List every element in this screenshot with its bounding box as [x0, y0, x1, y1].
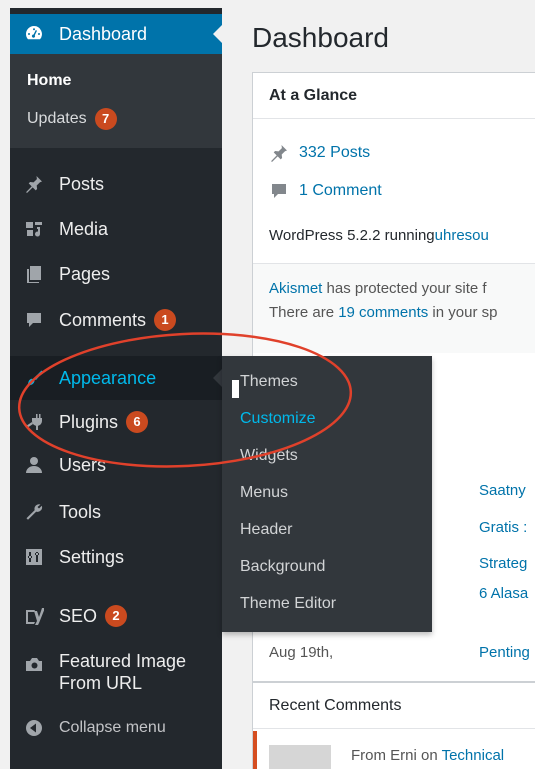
pin-icon [271, 145, 287, 162]
submenu-updates-label: Updates [27, 110, 87, 127]
collapse-menu-button[interactable]: Collapse menu [10, 710, 222, 746]
featured-image-icon [24, 654, 44, 674]
current-arrow [213, 25, 222, 43]
text-cursor [232, 380, 239, 398]
media-icon [24, 219, 44, 239]
menu-plugins[interactable]: Plugins 6 [10, 404, 222, 440]
seo-count-badge: 2 [105, 605, 128, 627]
menu-tools[interactable]: Tools [10, 494, 222, 530]
submenu-home[interactable]: Home [27, 72, 71, 90]
activity-link-5[interactable]: Penting [479, 644, 530, 661]
menu-seo[interactable]: SEO 2 [10, 598, 222, 634]
wp-version-text: WordPress 5.2.2 running uhresou [269, 227, 489, 244]
recent-comments-panel: Recent Comments From Erni on Technical [252, 682, 535, 769]
appearance-flyout-submenu: Themes Customize Widgets Menus Header Ba… [222, 356, 432, 632]
menu-users[interactable]: Users [10, 447, 222, 483]
menu-comments[interactable]: Comments 1 [10, 302, 222, 338]
avatar [269, 745, 331, 769]
user-icon [24, 455, 44, 475]
recent-comments-heading: Recent Comments [253, 683, 535, 729]
recent-comment-text: From Erni on Technical [351, 747, 504, 764]
activity-date: Aug 19th, [269, 644, 334, 661]
collapse-arrow-icon [24, 718, 44, 738]
submenu-header[interactable]: Header [240, 521, 292, 539]
glance-comments[interactable]: 1 Comment [269, 181, 382, 201]
menu-featured-image-label: Featured Image From URL [59, 650, 186, 694]
menu-seo-label: SEO [59, 605, 98, 626]
submenu-customize[interactable]: Customize [240, 410, 316, 428]
pending-comment-indicator [253, 731, 257, 769]
comment-bubble-icon [24, 310, 44, 330]
menu-appearance-label: Appearance [59, 367, 157, 388]
theme-link[interactable]: uhresou [435, 227, 489, 244]
menu-media-label: Media [59, 218, 109, 239]
akismet-section: Akismet has protected your site f There … [253, 263, 535, 353]
menu-pages[interactable]: Pages [10, 256, 222, 292]
there-are-text: There are [269, 304, 339, 321]
page-title: Dashboard [252, 22, 389, 53]
menu-dashboard-label: Dashboard [59, 23, 148, 44]
dashboard-submenu: Home Updates 7 [10, 54, 222, 148]
pin-icon [24, 174, 44, 194]
menu-plugins-label: Plugins [59, 411, 119, 432]
submenu-theme-editor[interactable]: Theme Editor [240, 595, 336, 613]
at-a-glance-heading: At a Glance [253, 73, 535, 119]
menu-tools-label: Tools [59, 501, 102, 522]
plug-icon [24, 412, 44, 432]
sliders-icon [24, 547, 44, 567]
featured-line-1: Featured Image [59, 651, 187, 671]
dashboard-icon [24, 24, 44, 44]
paintbrush-icon [24, 368, 44, 388]
wp-version-prefix: WordPress 5.2.2 running [269, 227, 435, 244]
comment-bubble-icon [272, 184, 286, 198]
akismet-line-1: Akismet has protected your site f [269, 280, 487, 297]
menu-appearance[interactable]: Appearance [10, 356, 222, 400]
activity-link-2[interactable]: Gratis : [479, 519, 527, 536]
menu-posts[interactable]: Posts [10, 166, 222, 202]
admin-sidebar: Dashboard Home Updates 7 Posts Media Pag… [10, 8, 222, 769]
glance-comments-link[interactable]: 1 Comment [299, 182, 382, 200]
submenu-menus[interactable]: Menus [240, 484, 288, 502]
plugins-count-badge: 6 [126, 411, 149, 433]
flyout-arrow [213, 369, 222, 387]
menu-posts-label: Posts [59, 173, 105, 194]
menu-users-label: Users [59, 454, 107, 475]
activity-link-4[interactable]: 6 Alasa [479, 585, 528, 602]
activity-link-1[interactable]: Saatny [479, 482, 526, 499]
menu-pages-label: Pages [59, 263, 111, 284]
menu-dashboard[interactable]: Dashboard [10, 14, 222, 54]
yoast-icon [24, 606, 44, 626]
submenu-widgets[interactable]: Widgets [240, 447, 298, 465]
menu-settings-label: Settings [59, 546, 125, 567]
menu-featured-image[interactable]: Featured Image From URL [10, 650, 222, 700]
comments-count-badge: 1 [154, 309, 177, 331]
submenu-background[interactable]: Background [240, 558, 325, 576]
updates-count-badge: 7 [94, 108, 117, 130]
menu-settings[interactable]: Settings [10, 539, 222, 575]
collapse-menu-label: Collapse menu [59, 719, 166, 736]
submenu-updates[interactable]: Updates 7 [27, 108, 117, 130]
glance-posts-link[interactable]: 332 Posts [299, 144, 370, 162]
submenu-themes[interactable]: Themes [240, 373, 298, 391]
in-your-text: in your sp [428, 304, 498, 321]
recent-comment-post-link[interactable]: Technical [442, 747, 505, 764]
menu-comments-label: Comments [59, 309, 147, 330]
akismet-line-2: There are 19 comments in your sp [269, 304, 497, 321]
recent-comment-from: From Erni on [351, 747, 442, 764]
pages-icon [24, 264, 44, 284]
featured-line-2: From URL [59, 673, 143, 693]
menu-media[interactable]: Media [10, 211, 222, 247]
glance-posts[interactable]: 332 Posts [269, 143, 370, 163]
akismet-link[interactable]: Akismet [269, 280, 322, 297]
activity-link-3[interactable]: Strateg [479, 555, 527, 572]
akismet-text: has protected your site f [322, 280, 487, 297]
wrench-icon [24, 502, 44, 522]
spam-comments-link[interactable]: 19 comments [338, 304, 428, 321]
